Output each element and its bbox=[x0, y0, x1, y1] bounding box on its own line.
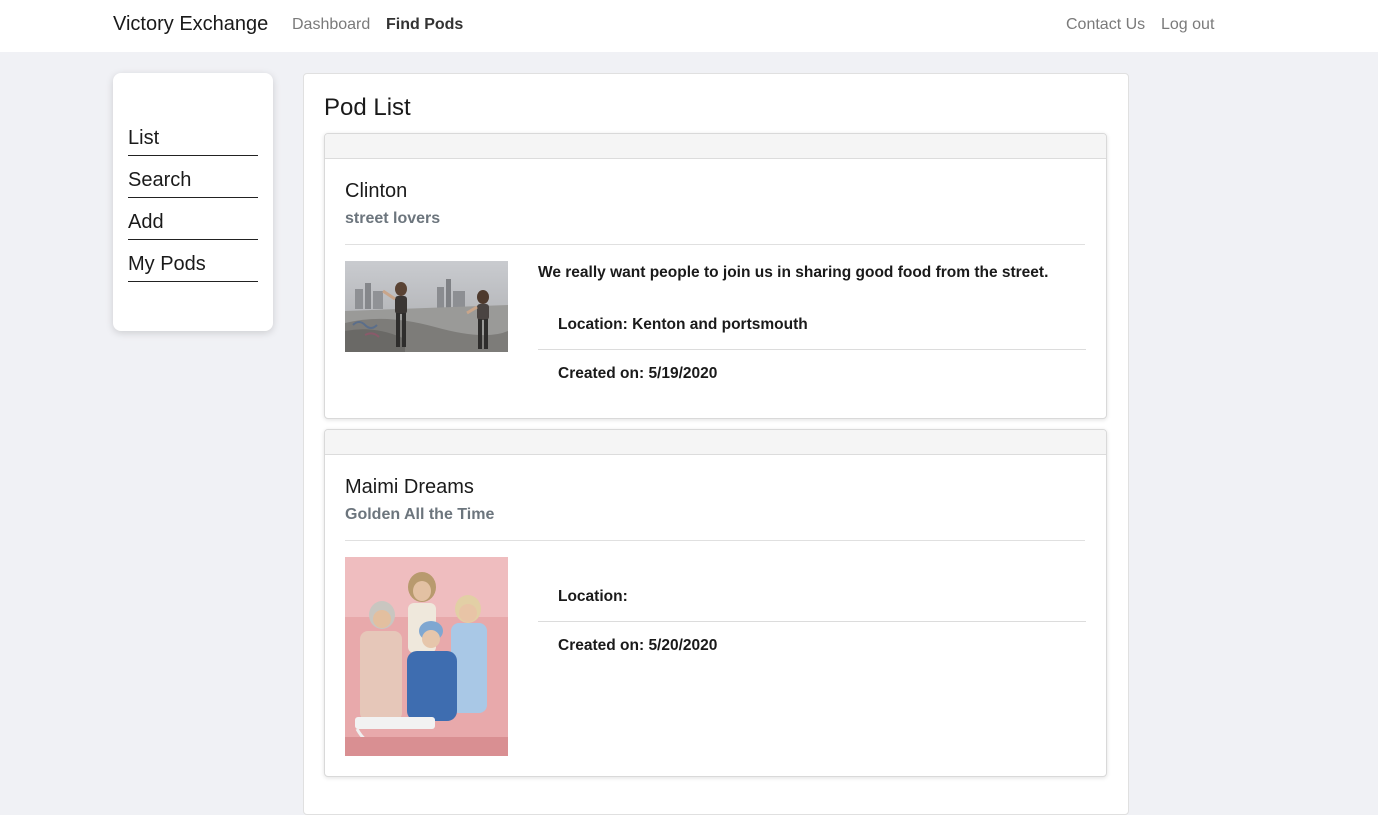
card-header bbox=[325, 134, 1106, 159]
sidebar-item-my-pods[interactable]: My Pods bbox=[128, 251, 258, 282]
created-label: Created on: bbox=[558, 365, 645, 382]
pod-name: Maimi Dreams bbox=[345, 476, 474, 498]
nav-contact-us-link[interactable]: Contact Us bbox=[1066, 16, 1145, 34]
location-value: Kenton and portsmouth bbox=[632, 316, 808, 333]
pod-subtitle: street lovers bbox=[345, 210, 441, 227]
location-label: Location: bbox=[558, 588, 628, 605]
pod-created-date: Created on: 5/19/2020 bbox=[558, 365, 717, 383]
top-navbar: Victory Exchange Dashboard Find Pods Con… bbox=[0, 0, 1378, 52]
created-value: 5/19/2020 bbox=[648, 365, 718, 382]
pod-card: Clinton street lovers We really want peo… bbox=[324, 133, 1107, 419]
card-header bbox=[325, 430, 1106, 455]
sidebar-item-list[interactable]: List bbox=[128, 125, 258, 156]
created-label: Created on: bbox=[558, 637, 645, 654]
page-title: Pod List bbox=[324, 94, 411, 121]
pod-location: Location: Kenton and portsmouth bbox=[558, 316, 808, 334]
nav-dashboard-link[interactable]: Dashboard bbox=[292, 16, 370, 34]
sidebar-item-search[interactable]: Search bbox=[128, 167, 258, 198]
card-divider bbox=[345, 540, 1085, 541]
nav-find-pods-link[interactable]: Find Pods bbox=[386, 16, 463, 34]
meta-divider bbox=[538, 621, 1086, 622]
pod-name: Clinton bbox=[345, 180, 408, 202]
nav-log-out-link[interactable]: Log out bbox=[1161, 16, 1214, 34]
meta-divider bbox=[538, 349, 1086, 350]
sidebar-item-add[interactable]: Add bbox=[128, 209, 258, 240]
pod-card: Maimi Dreams Golden All the Time Locatio… bbox=[324, 429, 1107, 777]
pod-image bbox=[345, 261, 508, 352]
sidebar-menu: List Search Add My Pods bbox=[113, 73, 273, 331]
pod-location: Location: bbox=[558, 588, 632, 606]
created-value: 5/20/2020 bbox=[648, 637, 718, 654]
card-divider bbox=[345, 244, 1085, 245]
pod-image bbox=[345, 557, 508, 756]
pod-subtitle: Golden All the Time bbox=[345, 506, 495, 523]
pod-list-panel: Pod List Clinton street lovers We really… bbox=[303, 73, 1129, 815]
pod-description: We really want people to join us in shar… bbox=[538, 264, 1049, 281]
brand-logo-text[interactable]: Victory Exchange bbox=[113, 13, 268, 36]
location-label: Location: bbox=[558, 316, 628, 333]
pod-created-date: Created on: 5/20/2020 bbox=[558, 637, 717, 655]
